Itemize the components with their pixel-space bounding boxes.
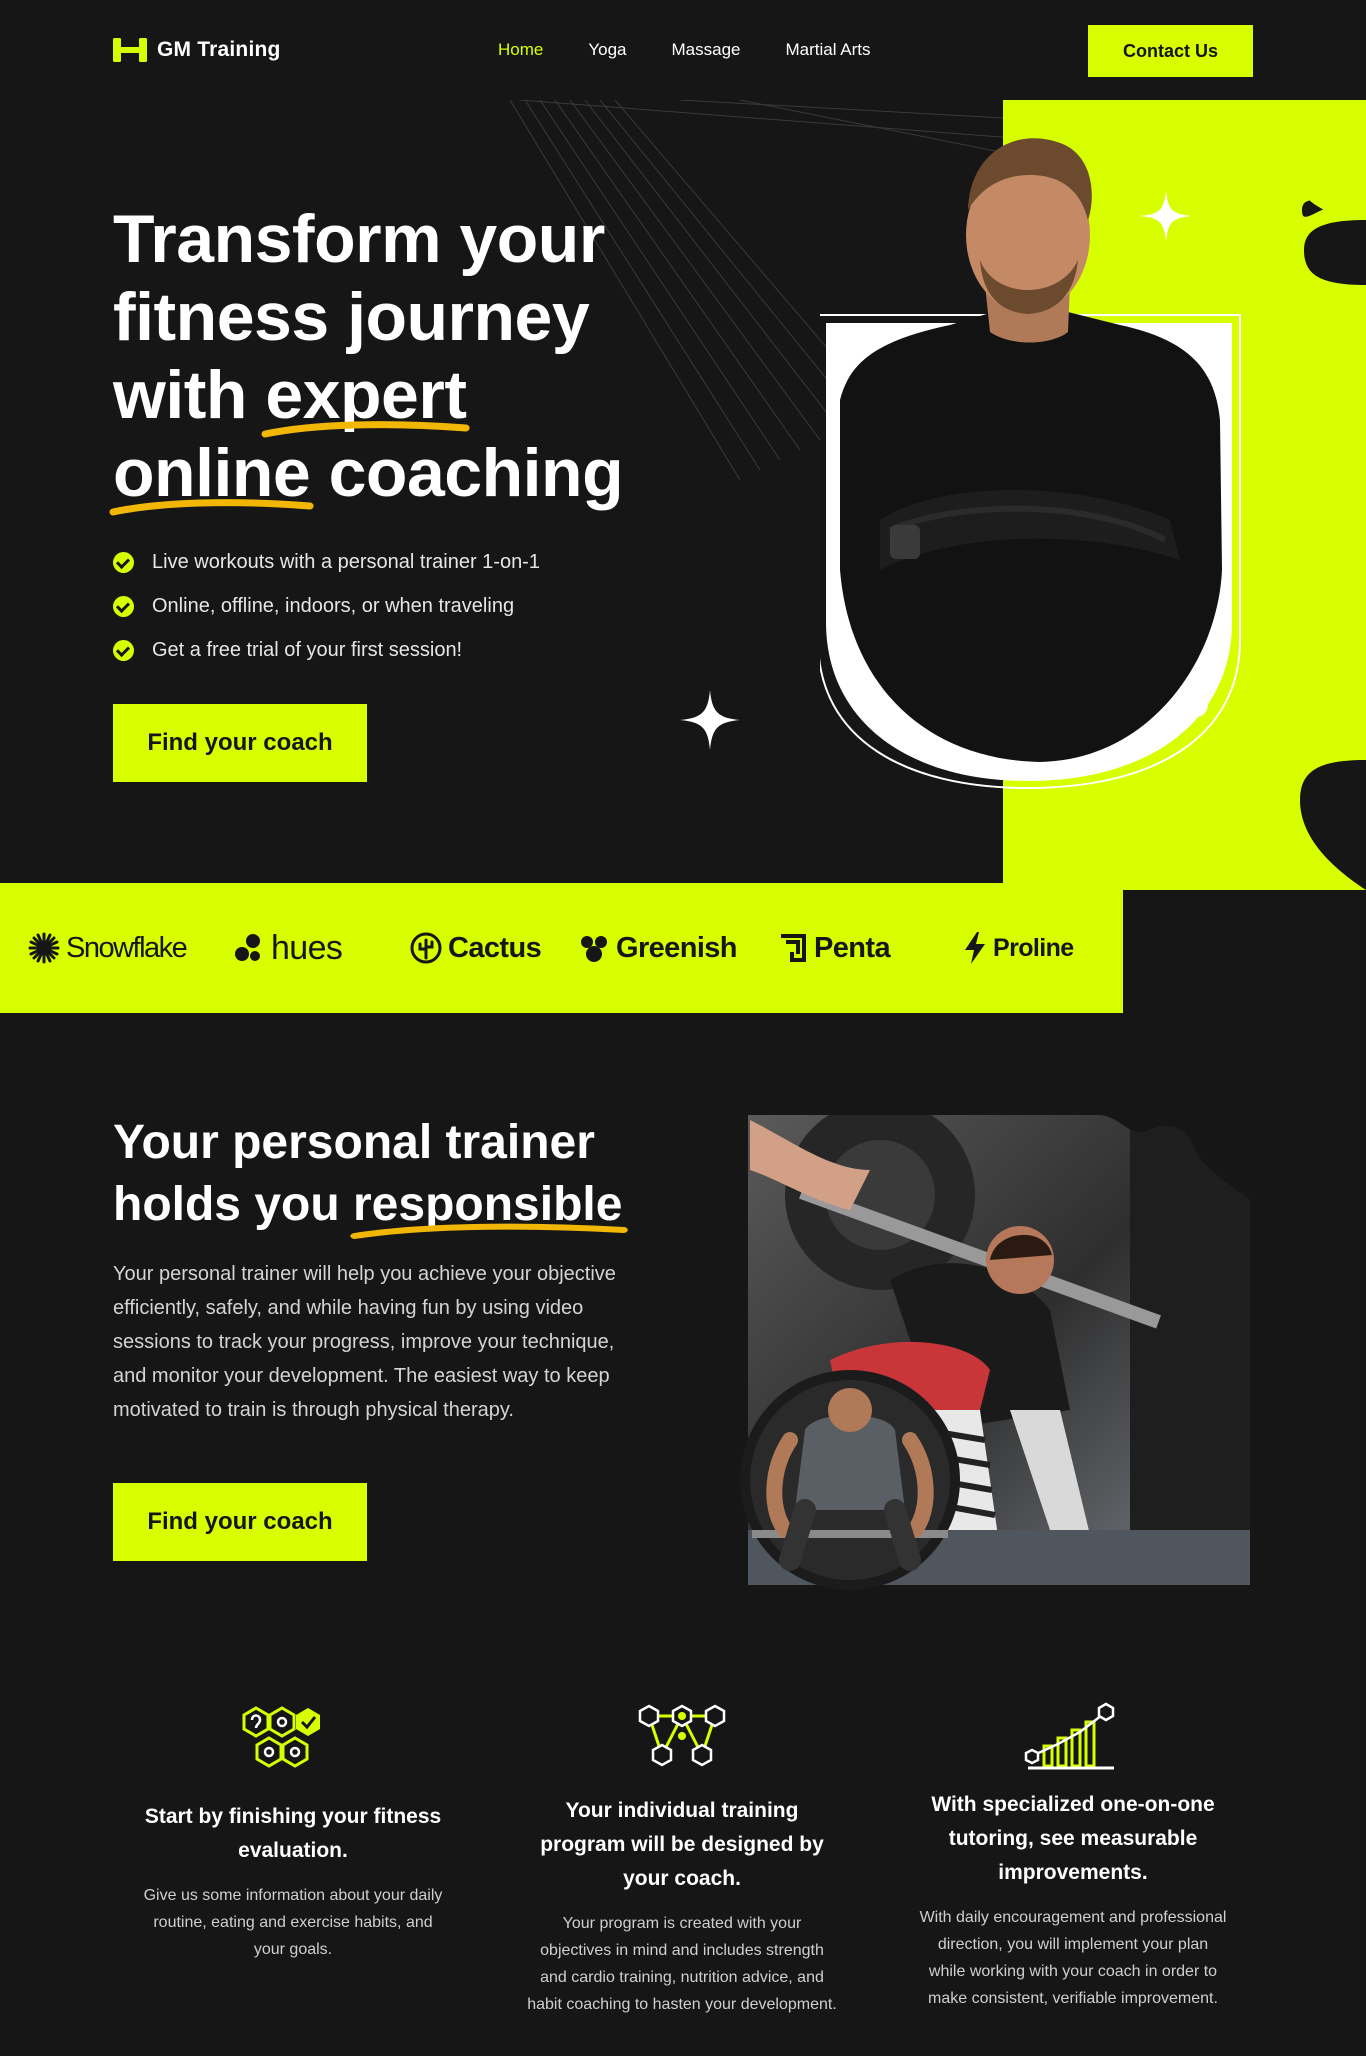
brand-name-penta: Penta [814, 931, 891, 964]
brand-name-cactus: Cactus [448, 931, 542, 964]
brand-name-hues: hues [271, 928, 343, 967]
benefit-item: Live workouts with a personal trainer 1-… [113, 540, 540, 584]
brand-logo-hues: hues [233, 883, 343, 1013]
check-circle-icon [113, 595, 134, 617]
hero-benefits-list: Live workouts with a personal trainer 1-… [113, 540, 540, 672]
feature-improvement-title: With specialized one-on-one tutoring, se… [931, 1793, 1215, 1884]
hero-title-line-1: Transform your [113, 201, 605, 277]
main-menu: Home Yoga Massage Martial Arts [498, 40, 871, 60]
feature-program-title: Your individual training program will be… [540, 1799, 824, 1890]
highlight-online: online [109, 434, 314, 516]
nav-item-home[interactable]: Home [498, 40, 543, 60]
top-navigation: GM Training Home Yoga Massage Martial Ar… [0, 0, 1366, 102]
partner-logos-bar: Snowflake hues Cactus Greenish Penta Pro… [0, 883, 1123, 1013]
benefit-text: Get a free trial of your first session! [152, 638, 463, 661]
check-circle-icon [113, 551, 134, 573]
brand-logo-snowflake: Snowflake [28, 883, 188, 1013]
check-circle-icon [113, 639, 134, 661]
nav-item-massage[interactable]: Massage [672, 40, 741, 60]
asterisk-icon [28, 932, 60, 964]
blob-icon [235, 934, 260, 961]
brush-underline-icon [350, 1223, 628, 1239]
hero-title-line-4-end: coaching [310, 435, 624, 511]
brand-logo-cactus: Cactus [410, 883, 542, 1013]
training-photo-collage [740, 1115, 1250, 1590]
network-icon [638, 1704, 726, 1767]
hexagons-icon [242, 1706, 320, 1768]
highlight-expert: expert [261, 356, 470, 438]
dumbbell-logo-icon [113, 38, 147, 62]
hero-title-line-2: fitness journey [113, 279, 590, 355]
accountability-title: Your personal trainer holds you responsib… [113, 1112, 673, 1239]
cactus-icon [410, 932, 442, 964]
brand-name: GM Training [157, 38, 281, 61]
highlight-responsible: responsible [350, 1174, 628, 1239]
contact-us-button[interactable]: Contact Us [1088, 25, 1253, 77]
feature-evaluation-title: Start by finishing your fitness evaluati… [144, 1805, 442, 1862]
brand-name-greenish: Greenish [616, 931, 738, 964]
accountability-title-line-2-start: holds you [113, 1178, 353, 1231]
brush-underline-icon [109, 499, 314, 516]
brand-logo-proline: Proline [963, 883, 1074, 1013]
brand-logo[interactable]: GM Training [113, 37, 281, 63]
nav-item-martial-arts[interactable]: Martial Arts [786, 40, 871, 60]
sparkle-icon [680, 690, 740, 750]
hero-title-line-3-start: with [113, 357, 266, 433]
feature-improvement-text: With daily encouragement and professiona… [919, 1909, 1227, 2007]
accountability-title-line-1: Your personal trainer [113, 1116, 595, 1169]
growth-chart-icon [1024, 1702, 1115, 1770]
benefit-text: Online, offline, indoors, or when travel… [152, 594, 515, 617]
accountability-description: Your personal trainer will help you achi… [113, 1263, 616, 1421]
benefit-text: Live workouts with a personal trainer 1-… [152, 550, 540, 573]
benefit-item: Online, offline, indoors, or when travel… [113, 584, 540, 628]
nav-item-yoga[interactable]: Yoga [588, 40, 626, 60]
feature-improvement: With specialized one-on-one tutoring, se… [918, 1700, 1228, 2012]
feature-program: Your individual training program will be… [527, 1700, 837, 2018]
hero-title: Transform your fitness journey with expert… [109, 200, 673, 516]
feature-evaluation-text: Give us some information about your dail… [143, 1887, 443, 1958]
benefit-item: Get a free trial of your first session! [113, 628, 540, 672]
clover-icon [581, 936, 607, 962]
feature-program-text: Your program is created with your object… [527, 1915, 837, 2013]
penta-icon [781, 934, 806, 962]
find-your-coach-button[interactable]: Find your coach [113, 704, 367, 782]
brand-logo-greenish: Greenish [578, 883, 738, 1013]
bolt-icon [965, 932, 985, 964]
hero-trainer-illustration [820, 100, 1366, 890]
find-your-coach-button-secondary[interactable]: Find your coach [113, 1483, 367, 1561]
feature-evaluation: Start by finishing your fitness evaluati… [138, 1700, 448, 1963]
brand-name-proline: Proline [993, 933, 1074, 962]
brand-logo-penta: Penta [778, 883, 891, 1013]
brand-name-snowflake: Snowflake [66, 931, 188, 964]
